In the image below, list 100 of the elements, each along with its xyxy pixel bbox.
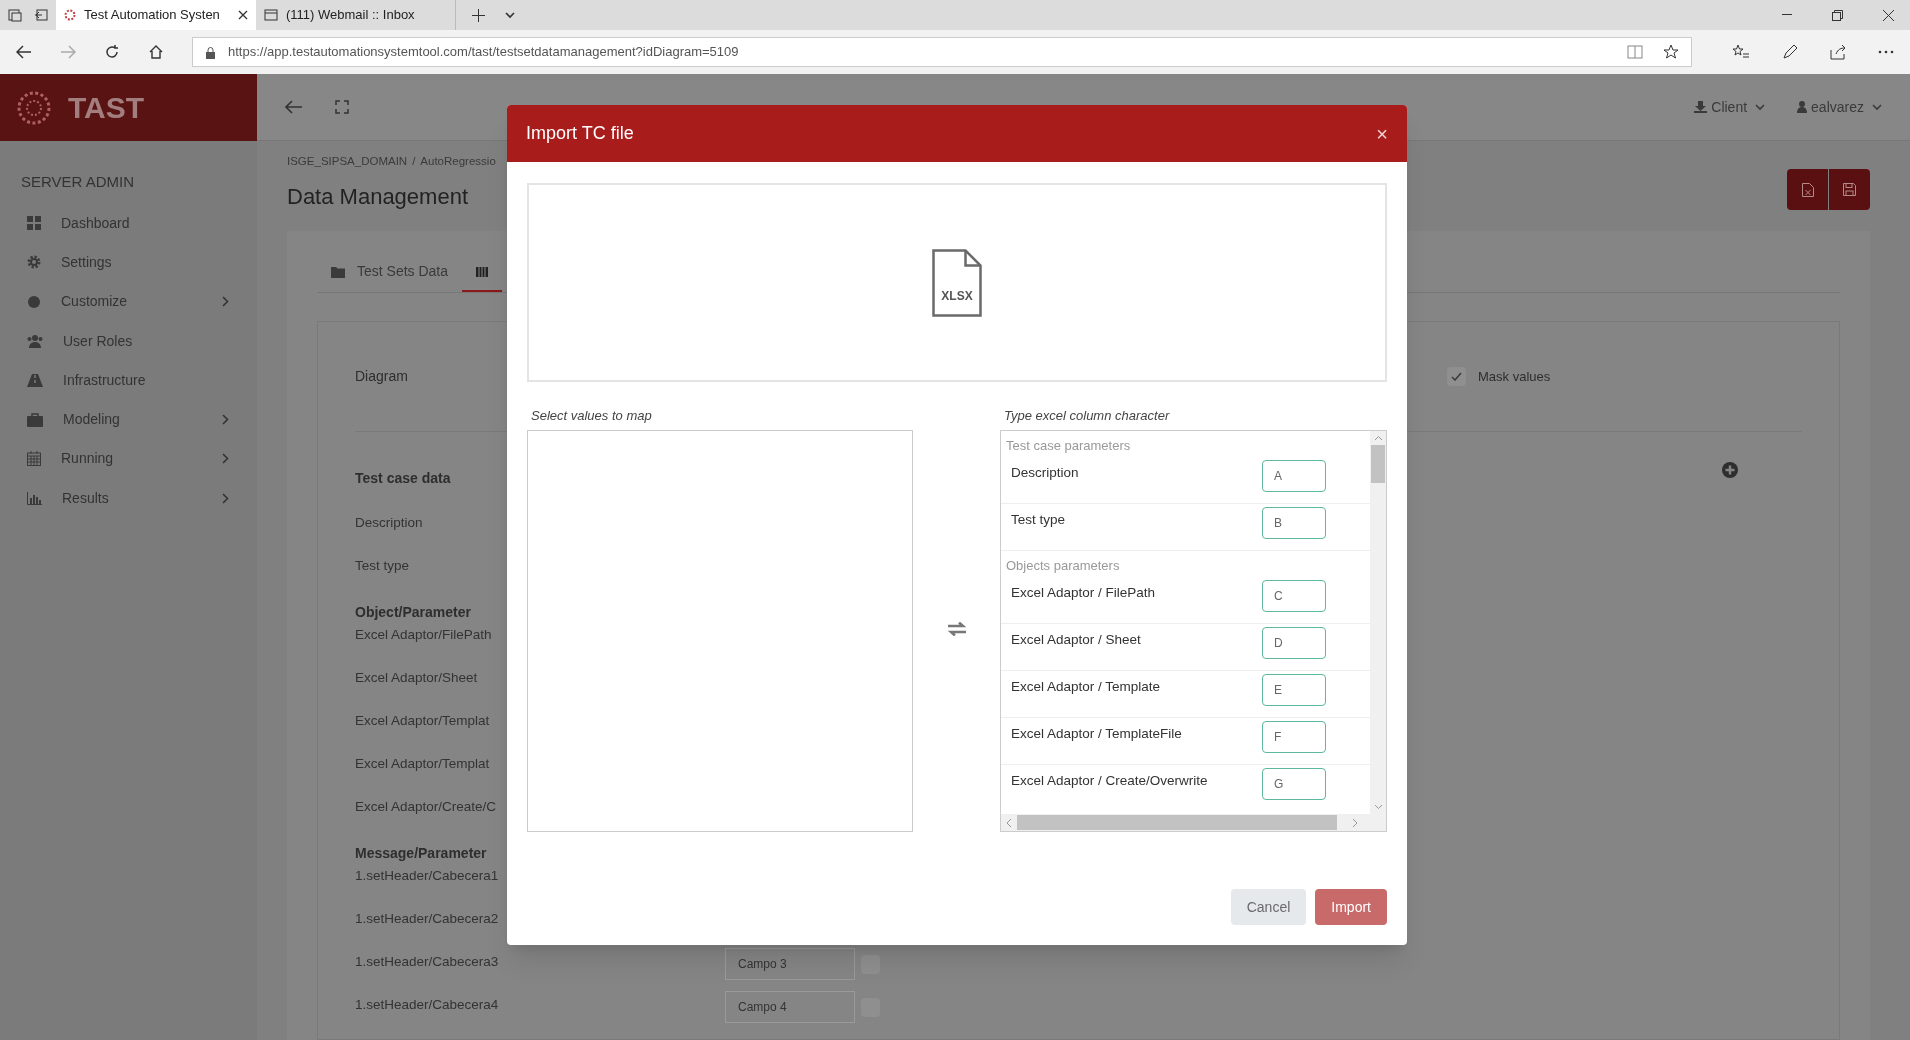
input-field[interactable]: Campo 4: [725, 991, 855, 1024]
parameter-label: Excel Adaptor/Templat: [355, 712, 491, 731]
settings-icon: [27, 255, 41, 270]
input-field[interactable]: Campo 3: [725, 948, 855, 981]
user-menu[interactable]: ealvarez: [1797, 96, 1882, 118]
window-icon: [264, 9, 278, 21]
download-icon: [1694, 101, 1708, 113]
user-menu[interactable]: Client: [1694, 96, 1766, 118]
fullscreen-icon[interactable]: [335, 100, 349, 114]
close-icon[interactable]: [238, 10, 248, 20]
lock-icon: [205, 45, 216, 59]
section-heading: Message/Parameter: [355, 844, 487, 864]
parameter-label: Excel Adaptor/Create/C: [355, 798, 498, 817]
sidebar-item[interactable]: Infrastructure: [0, 360, 257, 400]
swap-icon[interactable]: [945, 622, 968, 636]
folder-icon: [331, 265, 345, 278]
breadcrumb-link[interactable]: AutoRegressio: [420, 153, 496, 171]
new-tab-icon[interactable]: [472, 8, 485, 22]
save-button[interactable]: [1829, 169, 1870, 210]
list-label: Type excel column character: [1003, 407, 1171, 425]
scrollbar-thumb[interactable]: [1017, 815, 1337, 830]
save-icon: [1843, 183, 1856, 196]
chevron-down-icon: [505, 11, 515, 19]
users-icon: [27, 334, 43, 349]
tab[interactable]: Test Sets Data: [317, 253, 463, 293]
tab-actions-icon[interactable]: [8, 8, 22, 22]
cancel-button[interactable]: Cancel: [1230, 889, 1307, 925]
file-icon: XLSX: [932, 248, 982, 317]
section-heading: Object/Parameter: [355, 603, 471, 623]
parameter-label: Description: [355, 514, 424, 533]
sidebar-item[interactable]: Dashboard: [0, 203, 257, 243]
star-icon[interactable]: [1663, 44, 1679, 60]
column-input[interactable]: C: [1262, 580, 1326, 612]
home-icon[interactable]: [148, 44, 164, 60]
logo-icon: [16, 89, 52, 126]
chevron-down-icon: [1755, 103, 1766, 111]
column-input[interactable]: G: [1262, 768, 1326, 800]
checkbox-label: Mask values: [1478, 368, 1551, 386]
parameter-label: 1.setHeader/Cabecera2: [355, 910, 500, 929]
section-heading: Test case data: [355, 469, 451, 489]
scrollbar-thumb[interactable]: [1371, 445, 1385, 483]
close-button[interactable]: ×: [1376, 123, 1388, 144]
circle-icon: [27, 294, 41, 309]
back-icon[interactable]: [16, 45, 32, 59]
logo-text: TAST: [68, 90, 145, 126]
share-icon[interactable]: [1830, 44, 1846, 60]
page-title: Data Management: [287, 183, 469, 212]
parameter-name: Excel Adaptor / Create/Overwrite: [1011, 772, 1208, 790]
address-bar[interactable]: https://app.testautomationsystemtool.com/tast/testsetdatamanagement?idDiagram=5109: [192, 37, 1692, 67]
minimize-icon[interactable]: [1782, 14, 1792, 16]
sidebar-item[interactable]: Results: [0, 478, 257, 518]
sidebar-heading: SERVER ADMIN: [20, 172, 136, 192]
excel-export-button[interactable]: [1787, 169, 1828, 210]
column-input[interactable]: B: [1262, 507, 1326, 539]
road-icon: [27, 373, 43, 387]
parameter-name: Excel Adaptor / Sheet: [1011, 631, 1141, 649]
parameter-name: Description: [1011, 464, 1079, 482]
sidebar-item[interactable]: Settings: [0, 242, 257, 283]
sidebar-item[interactable]: Modeling: [0, 400, 257, 440]
sidebar-item[interactable]: Customize: [0, 282, 257, 322]
favorites-icon[interactable]: [1732, 44, 1750, 60]
parameter-label: 1.setHeader/Cabecera3: [355, 953, 500, 972]
add-icon[interactable]: [1722, 462, 1738, 479]
dialog-title: Import TC file: [526, 122, 634, 145]
group-heading: Objects parameters: [1005, 557, 1121, 575]
parameter-label: Excel Adaptor/Templat: [355, 755, 491, 774]
close-icon[interactable]: [1883, 9, 1894, 21]
column-input[interactable]: D: [1262, 627, 1326, 659]
sidebar-item[interactable]: Running: [0, 439, 257, 479]
column-input[interactable]: A: [1262, 460, 1326, 492]
file-drop-zone[interactable]: XLSX: [527, 183, 1387, 382]
field-label: Diagram: [355, 368, 408, 385]
parameter-label: Excel Adaptor/FilePath: [355, 626, 493, 645]
parameter-name: Excel Adaptor / TemplateFile: [1011, 725, 1182, 743]
import-button[interactable]: Import: [1315, 889, 1387, 925]
checkbox[interactable]: [1447, 367, 1466, 387]
column-input[interactable]: E: [1262, 674, 1326, 706]
parameter-label: 1.setHeader/Cabecera1: [355, 867, 500, 886]
excel-file-icon: [1801, 182, 1814, 197]
browser-tab[interactable]: Test Automation Systen: [56, 0, 256, 30]
group-heading: Test case parameters: [1005, 437, 1132, 455]
more-icon[interactable]: [1878, 50, 1894, 54]
parameter-label: Excel Adaptor/Sheet: [355, 669, 479, 688]
pen-icon[interactable]: [1782, 44, 1798, 60]
parameter-label: Test type: [355, 557, 411, 576]
sidebar-item[interactable]: User Roles: [0, 321, 257, 361]
restore-icon[interactable]: [1832, 9, 1843, 21]
chevron-down-icon: [1872, 103, 1882, 111]
calendar-icon: [27, 451, 41, 467]
bar-chart-icon: [27, 491, 42, 505]
parameter-name: Test type: [1011, 511, 1066, 529]
parameter-label: 1.setHeader/Cabecera4: [355, 996, 500, 1015]
breadcrumb-link[interactable]: ISGE_SIPSA_DOMAIN: [287, 153, 408, 171]
back-tabs-icon[interactable]: [34, 8, 48, 22]
refresh-icon[interactable]: [104, 44, 120, 60]
parameter-name: Excel Adaptor / FilePath: [1011, 584, 1156, 602]
check-icon: [1451, 372, 1462, 382]
column-input[interactable]: F: [1262, 721, 1326, 753]
parameter-name: Excel Adaptor / Template: [1011, 678, 1161, 696]
briefcase-icon: [27, 412, 43, 427]
